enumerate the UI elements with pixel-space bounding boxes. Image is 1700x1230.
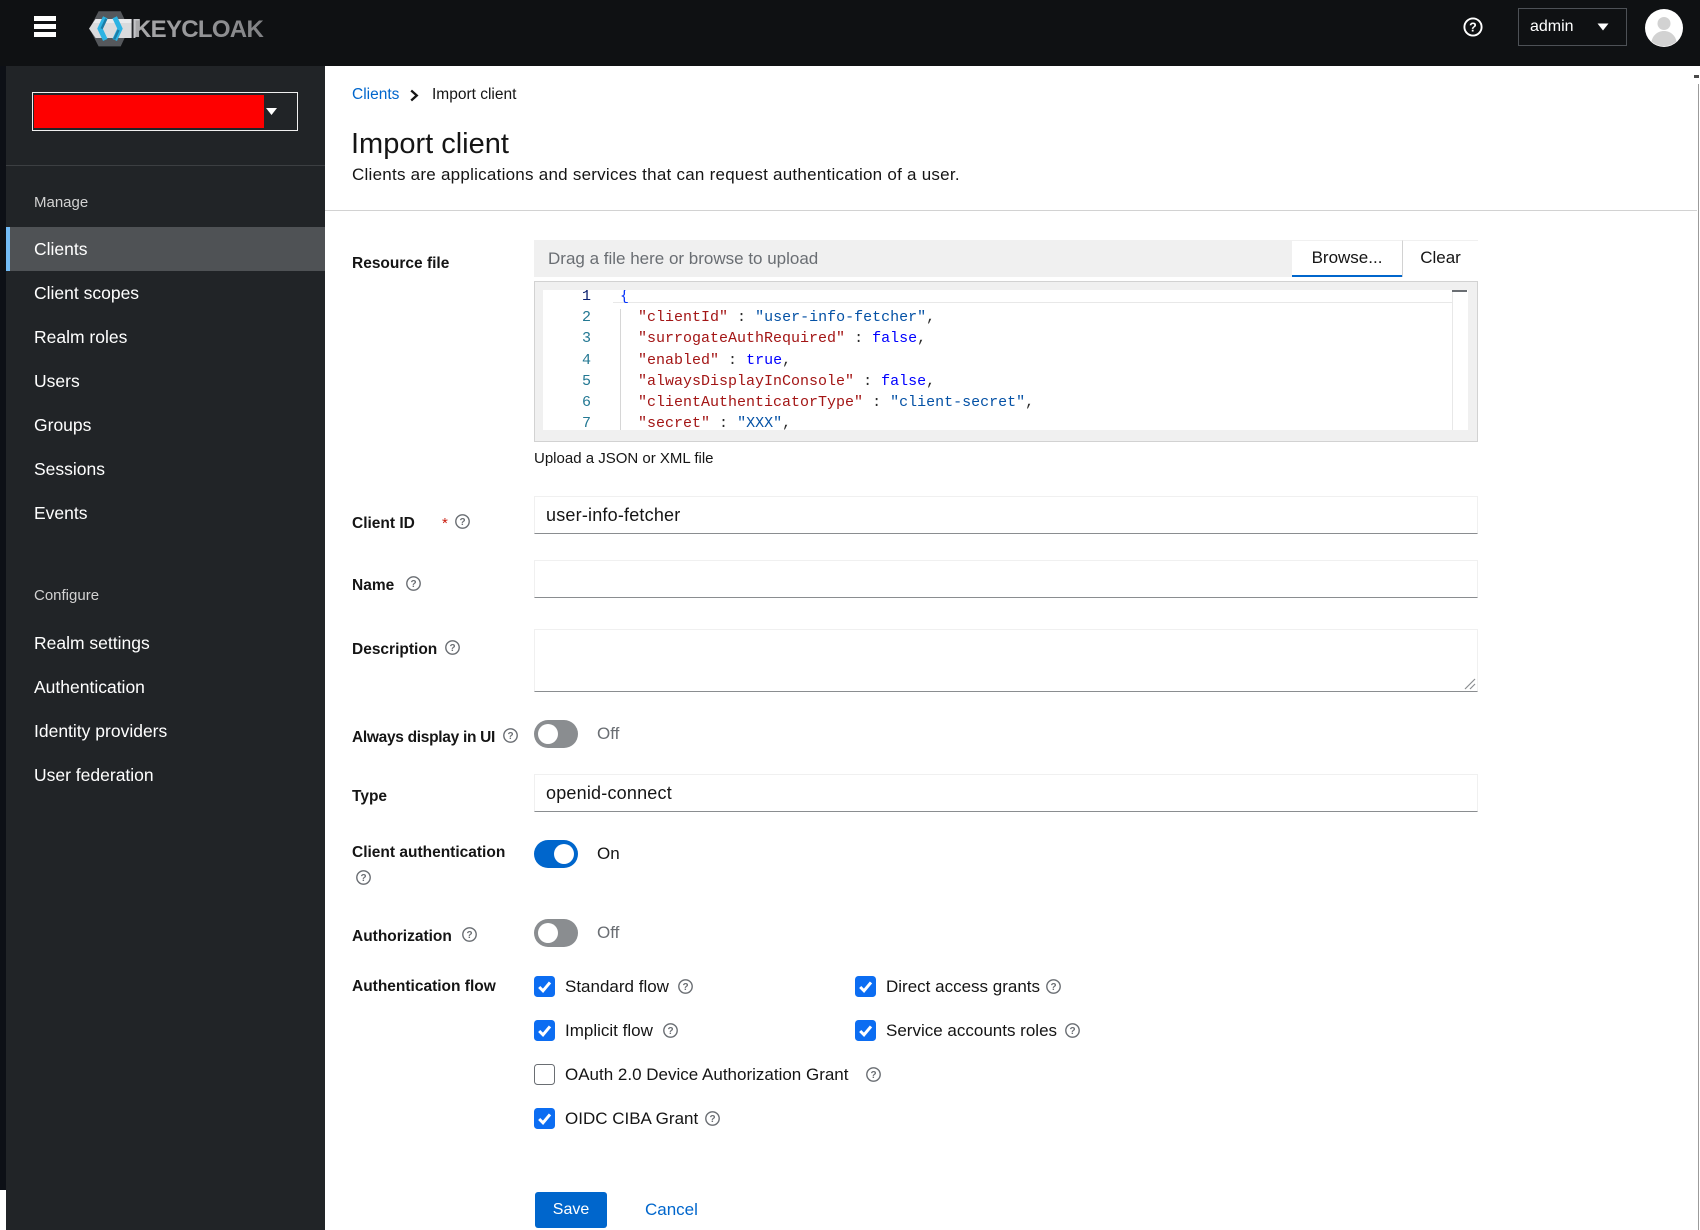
svg-text:?: ? xyxy=(1469,20,1477,34)
svg-text:?: ? xyxy=(466,930,472,941)
svg-text:?: ? xyxy=(667,1026,673,1037)
svg-text:?: ? xyxy=(682,982,688,993)
svg-text:?: ? xyxy=(1050,982,1056,993)
svg-text:?: ? xyxy=(360,873,366,884)
svg-text:?: ? xyxy=(1069,1026,1075,1037)
svg-text:?: ? xyxy=(410,579,416,590)
svg-text:?: ? xyxy=(449,643,455,654)
svg-text:?: ? xyxy=(459,517,465,528)
svg-text:?: ? xyxy=(507,731,513,742)
svg-text:?: ? xyxy=(709,1114,715,1125)
svg-text:KEYCLOAK: KEYCLOAK xyxy=(134,16,264,43)
svg-text:?: ? xyxy=(870,1070,876,1081)
